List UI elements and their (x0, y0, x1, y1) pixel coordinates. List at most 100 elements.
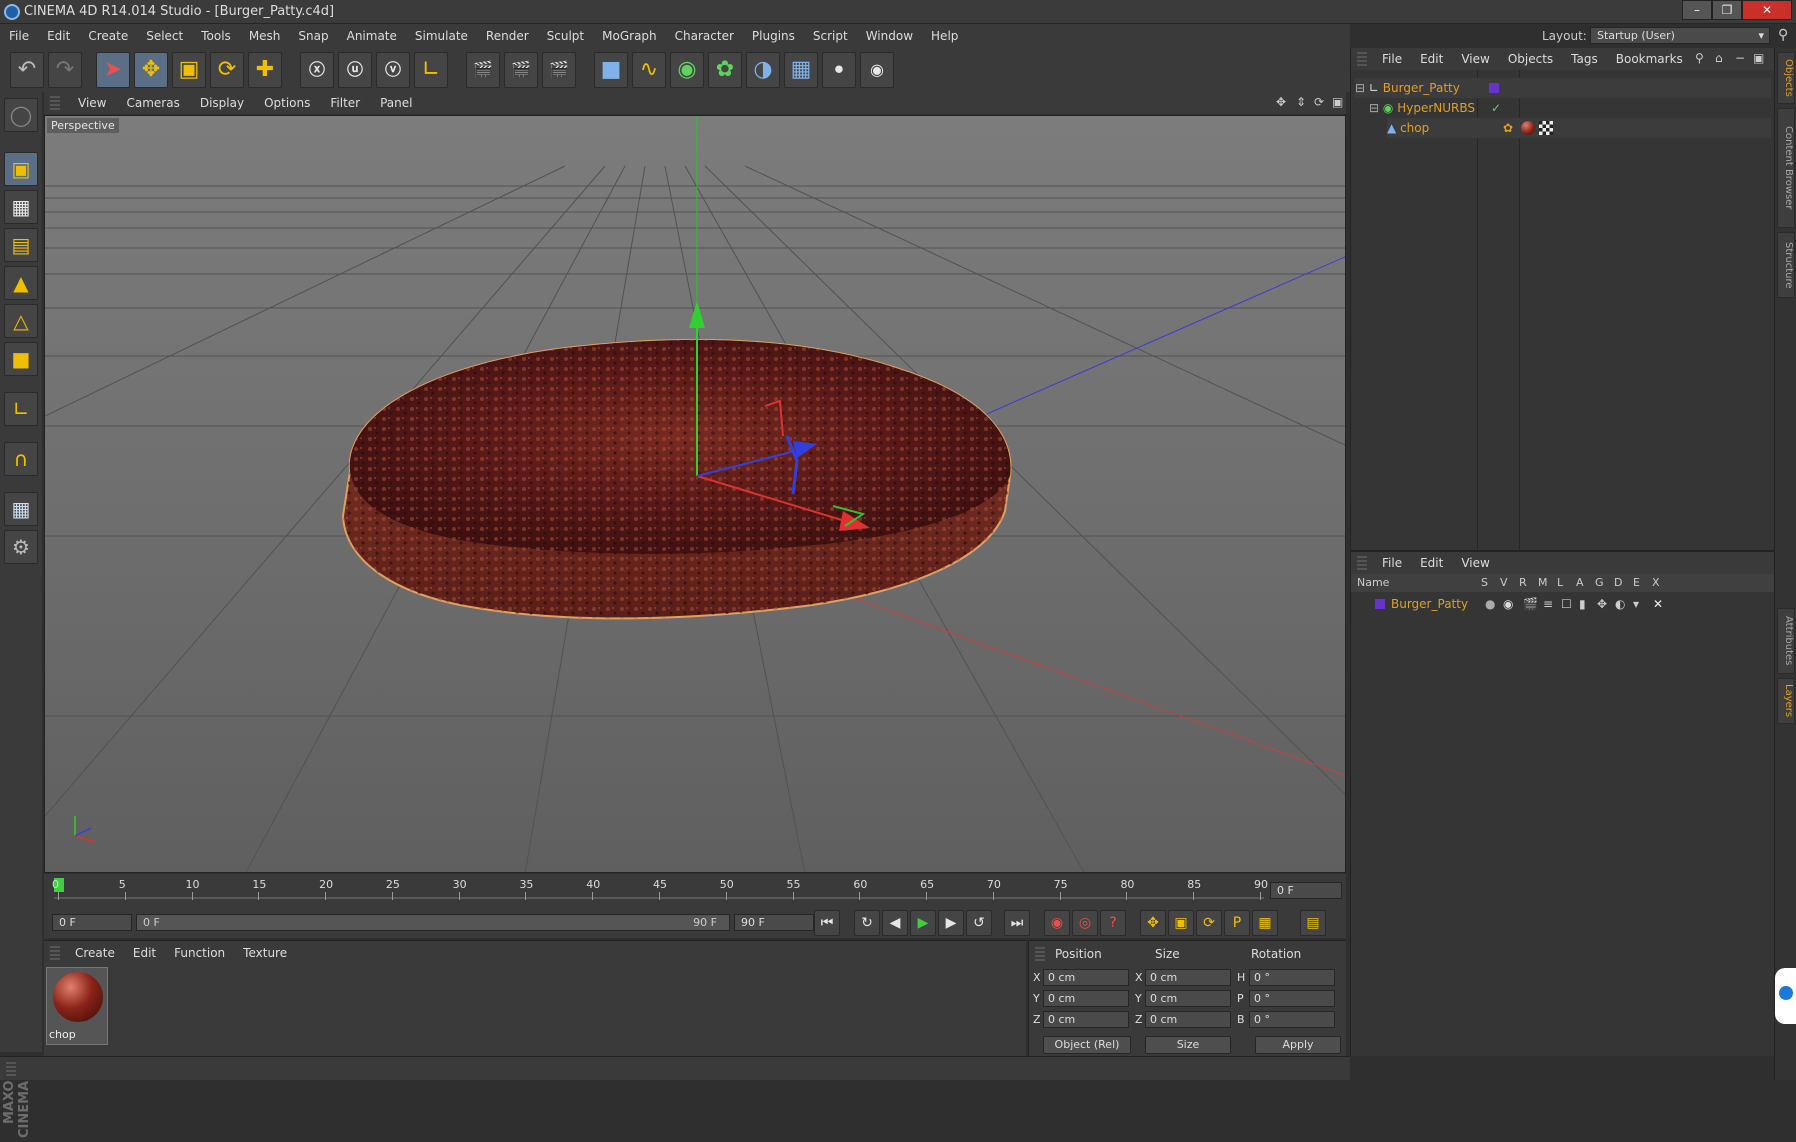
pos-z-field[interactable]: 0 cm (1043, 1011, 1129, 1028)
coordinate-mode-select[interactable]: Object (Rel) (1043, 1036, 1131, 1054)
viewport-pan-icon[interactable]: ✥ (1276, 95, 1286, 109)
key-pla-icon[interactable]: ▦ (1252, 910, 1278, 936)
timeline-ruler[interactable]: 0 5 10 15 20 25 30 35 40 45 50 55 60 65 70 75 80 85 90 0 F (44, 874, 1346, 908)
make-editable-icon[interactable]: ◯ (4, 98, 38, 132)
object-menu-file[interactable]: File (1373, 48, 1411, 70)
subdivision-surface-icon[interactable]: ◉ (670, 52, 704, 88)
move-tool-icon[interactable]: ✥ (134, 52, 168, 88)
layer-row-burger-patty[interactable]: Burger_Patty ● ◉ 🎬 ≡ ☐ ▮ ✥ ◐ ▾ ✕ (1361, 594, 1771, 614)
timeline-window-icon[interactable]: ▤ (1300, 910, 1326, 936)
menu-script[interactable]: Script (804, 24, 857, 48)
snap-magnet-icon[interactable]: ∩ (4, 442, 38, 476)
object-row-hypernurbs[interactable]: ⊟ ◉ HyperNURBS ✓ (1369, 98, 1771, 118)
quantize-icon[interactable]: ⚙ (4, 530, 38, 564)
rot-p-field[interactable]: 0 ° (1249, 990, 1335, 1007)
viewport-zoom-icon[interactable]: ⇕ (1296, 95, 1306, 109)
expand-icon[interactable]: ⊟ (1355, 81, 1365, 95)
next-keyframe-icon[interactable]: ↺ (966, 910, 992, 936)
new-window-icon[interactable]: ▣ (1753, 51, 1764, 65)
minimize-button[interactable]: – (1682, 0, 1712, 20)
object-menu-objects[interactable]: Objects (1499, 48, 1562, 70)
record-keys-icon[interactable]: ◉ (1044, 910, 1070, 936)
tab-layers[interactable]: Layers (1777, 678, 1795, 724)
xref-icon[interactable]: ✕ (1653, 594, 1663, 614)
teamviewer-widget-icon[interactable] (1775, 968, 1796, 1024)
material-menu-texture[interactable]: Texture (234, 941, 296, 965)
go-to-end-icon[interactable]: ⏭ (1004, 910, 1030, 936)
animation-icon[interactable]: ▮ (1579, 594, 1586, 614)
keyframe-selection-icon[interactable]: ? (1100, 910, 1126, 936)
col-generators[interactable]: G (1595, 576, 1604, 589)
tab-objects[interactable]: Objects (1777, 52, 1795, 104)
menu-render[interactable]: Render (477, 24, 538, 48)
next-frame-icon[interactable]: ▶ (938, 910, 964, 936)
col-xref[interactable]: X (1652, 576, 1660, 589)
menu-tools[interactable]: Tools (192, 24, 240, 48)
viewport-menu-panel[interactable]: Panel (370, 92, 422, 114)
y-axis-lock-icon[interactable]: ⓤ (338, 52, 372, 88)
search-icon[interactable]: ⚲ (1695, 51, 1704, 65)
start-frame-field[interactable]: 0 F (52, 914, 132, 931)
uvw-tag-icon[interactable] (1539, 121, 1553, 135)
material-tag-icon[interactable] (1521, 121, 1535, 135)
current-frame-field[interactable]: 0 F (1270, 882, 1342, 899)
layout-select[interactable]: Startup (User) ▾ (1590, 27, 1770, 44)
col-locked[interactable]: L (1557, 576, 1563, 589)
size-mode-select[interactable]: Size (1145, 1036, 1231, 1054)
object-menu-tags[interactable]: Tags (1562, 48, 1607, 70)
model-mode-icon[interactable]: ▣ (4, 152, 38, 186)
phong-tag-icon[interactable]: ✿ (1503, 118, 1513, 138)
deformer-bend-icon[interactable]: ◑ (746, 52, 780, 88)
lock-icon[interactable]: ☐ (1561, 594, 1572, 614)
tab-content-browser[interactable]: Content Browser (1777, 108, 1795, 228)
col-expressions[interactable]: E (1633, 576, 1640, 589)
pos-x-field[interactable]: 0 cm (1043, 969, 1129, 986)
expand-icon[interactable]: ⊟ (1369, 101, 1379, 115)
col-render[interactable]: R (1519, 576, 1527, 589)
key-rotation-icon[interactable]: ⟳ (1196, 910, 1222, 936)
viewport-menu-display[interactable]: Display (190, 92, 254, 114)
menu-animate[interactable]: Animate (338, 24, 406, 48)
menu-mesh[interactable]: Mesh (240, 24, 290, 48)
rot-h-field[interactable]: 0 ° (1249, 969, 1335, 986)
expression-icon[interactable]: ▾ (1633, 594, 1639, 614)
3d-viewport[interactable]: Perspective (44, 115, 1346, 873)
menu-mograph[interactable]: MoGraph (593, 24, 666, 48)
panel-grip-icon[interactable] (6, 1062, 16, 1076)
col-visible[interactable]: V (1500, 576, 1508, 589)
object-menu-edit[interactable]: Edit (1411, 48, 1452, 70)
material-menu-edit[interactable]: Edit (124, 941, 165, 965)
deformer-icon[interactable]: ◐ (1615, 594, 1625, 614)
live-selection-icon[interactable]: ➤ (96, 52, 130, 88)
col-manager[interactable]: M (1538, 576, 1548, 589)
end-frame-field[interactable]: 90 F (734, 914, 814, 931)
spline-pen-icon[interactable]: ∿ (632, 52, 666, 88)
x-axis-lock-icon[interactable]: ⓧ (300, 52, 334, 88)
tab-structure[interactable]: Structure (1777, 232, 1795, 298)
workplane-lock-icon[interactable]: ▦ (4, 492, 38, 526)
viewport-menu-cameras[interactable]: Cameras (116, 92, 189, 114)
visible-eye-icon[interactable]: ◉ (1503, 594, 1513, 614)
material-menu-create[interactable]: Create (66, 941, 124, 965)
object-menu-view[interactable]: View (1452, 48, 1498, 70)
mograph-cloner-icon[interactable]: ✿ (708, 52, 742, 88)
panel-grip-icon[interactable] (50, 96, 60, 110)
play-forward-icon[interactable]: ▶ (910, 910, 936, 936)
col-animation[interactable]: A (1576, 576, 1584, 589)
axis-mode-icon[interactable]: ∟ (4, 392, 38, 426)
render-view-icon[interactable]: 🎬 (466, 52, 500, 88)
maximize-button[interactable]: ❐ (1712, 0, 1742, 20)
rotate-tool-icon[interactable]: ⟳ (210, 52, 244, 88)
menu-file[interactable]: File (0, 24, 38, 48)
rot-b-field[interactable]: 0 ° (1249, 1011, 1335, 1028)
manager-icon[interactable]: ≡ (1543, 594, 1553, 614)
material-menu-function[interactable]: Function (165, 941, 234, 965)
render-picture-viewer-icon[interactable]: 🎬 (504, 52, 538, 88)
cube-primitive-icon[interactable]: ■ (594, 52, 628, 88)
menu-simulate[interactable]: Simulate (406, 24, 477, 48)
size-z-field[interactable]: 0 cm (1145, 1011, 1231, 1028)
preview-range-slider[interactable]: 0 F 90 F (136, 914, 730, 931)
solo-dot-icon[interactable]: ● (1485, 594, 1495, 614)
go-to-start-icon[interactable]: ⏮ (814, 910, 840, 936)
col-solo[interactable]: S (1481, 576, 1488, 589)
